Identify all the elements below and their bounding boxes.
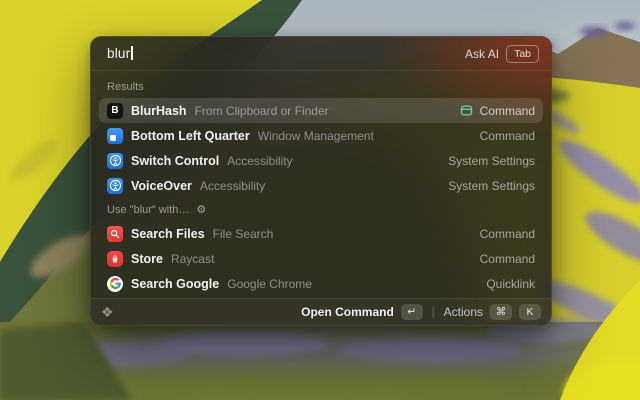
gear-icon[interactable]: ⚙ bbox=[196, 205, 206, 216]
result-accessory-label: Quicklink bbox=[486, 277, 535, 291]
blurhash-icon: B bbox=[107, 103, 123, 119]
window-management-icon bbox=[107, 128, 123, 144]
actions-label[interactable]: Actions bbox=[444, 305, 483, 319]
extension-badge-icon bbox=[460, 104, 473, 117]
search-query-text: blur bbox=[107, 46, 130, 61]
result-accessory-label: Command bbox=[480, 227, 535, 241]
result-row-search-google[interactable]: Search Google Google Chrome Quicklink bbox=[99, 271, 543, 296]
file-search-icon bbox=[107, 226, 123, 242]
result-subtitle: Accessibility bbox=[200, 179, 265, 193]
result-row-blurhash[interactable]: B BlurHash From Clipboard or Finder Command bbox=[99, 98, 543, 123]
accessibility-icon bbox=[107, 153, 123, 169]
result-subtitle: Google Chrome bbox=[227, 277, 312, 291]
return-key-badge: ↵ bbox=[401, 304, 423, 320]
result-subtitle: Raycast bbox=[171, 252, 214, 266]
result-accessory-label: Command bbox=[480, 129, 535, 143]
result-title: BlurHash bbox=[131, 104, 187, 118]
result-subtitle: File Search bbox=[213, 227, 274, 241]
result-accessory: Command bbox=[480, 129, 535, 143]
result-title: VoiceOver bbox=[131, 179, 192, 193]
result-row-bottom-left-quarter[interactable]: Bottom Left Quarter Window Management Comm… bbox=[99, 123, 543, 148]
search-input[interactable]: blur bbox=[107, 46, 133, 61]
google-icon bbox=[107, 276, 123, 292]
footer-bar: ❖ Open Command ↵ | Actions ⌘ K bbox=[91, 298, 551, 325]
result-title: Search Google bbox=[131, 277, 219, 291]
section-header-results: Results bbox=[99, 75, 543, 98]
section-header-label: Results bbox=[107, 81, 144, 93]
k-key-badge: K bbox=[519, 304, 541, 320]
tab-key-badge: Tab bbox=[506, 45, 539, 63]
raycast-logo-icon: ❖ bbox=[101, 305, 114, 319]
command-key-badge: ⌘ bbox=[490, 304, 512, 320]
section-header-label: Use "blur" with… bbox=[107, 204, 189, 216]
result-title: Store bbox=[131, 252, 163, 266]
result-accessory-label: System Settings bbox=[448, 179, 535, 193]
result-row-voiceover[interactable]: VoiceOver Accessibility System Settings bbox=[99, 173, 543, 198]
result-accessory: Command bbox=[480, 227, 535, 241]
result-row-switch-control[interactable]: Switch Control Accessibility System Settin… bbox=[99, 148, 543, 173]
result-subtitle: From Clipboard or Finder bbox=[195, 104, 329, 118]
footer-separator: | bbox=[432, 306, 435, 318]
section-header-use-blur-with: Use "blur" with… ⚙ bbox=[99, 198, 543, 221]
ask-ai-label[interactable]: Ask AI bbox=[465, 47, 499, 61]
result-accessory-label: System Settings bbox=[448, 154, 535, 168]
result-row-search-files[interactable]: Search Files File Search Command bbox=[99, 221, 543, 246]
accessibility-icon bbox=[107, 178, 123, 194]
result-accessory: Quicklink bbox=[486, 277, 535, 291]
result-subtitle: Accessibility bbox=[227, 154, 292, 168]
search-bar[interactable]: blur Ask AI Tab bbox=[91, 37, 551, 71]
result-subtitle: Window Management bbox=[258, 129, 374, 143]
text-caret bbox=[131, 46, 133, 60]
open-command-label[interactable]: Open Command bbox=[301, 305, 394, 319]
result-accessory: System Settings bbox=[448, 154, 535, 168]
result-accessory-label: Command bbox=[480, 104, 535, 118]
result-title: Search Files bbox=[131, 227, 205, 241]
result-accessory: Command bbox=[460, 104, 535, 118]
raycast-launcher-window: blur Ask AI Tab Results B BlurHash From Cli… bbox=[90, 36, 552, 326]
result-row-store[interactable]: Store Raycast Command bbox=[99, 246, 543, 271]
result-title: Switch Control bbox=[131, 154, 219, 168]
results-list: Results B BlurHash From Clipboard or Finder… bbox=[91, 71, 551, 298]
result-accessory: Command bbox=[480, 252, 535, 266]
result-accessory: System Settings bbox=[448, 179, 535, 193]
result-title: Bottom Left Quarter bbox=[131, 129, 250, 143]
result-accessory-label: Command bbox=[480, 252, 535, 266]
store-icon bbox=[107, 251, 123, 267]
